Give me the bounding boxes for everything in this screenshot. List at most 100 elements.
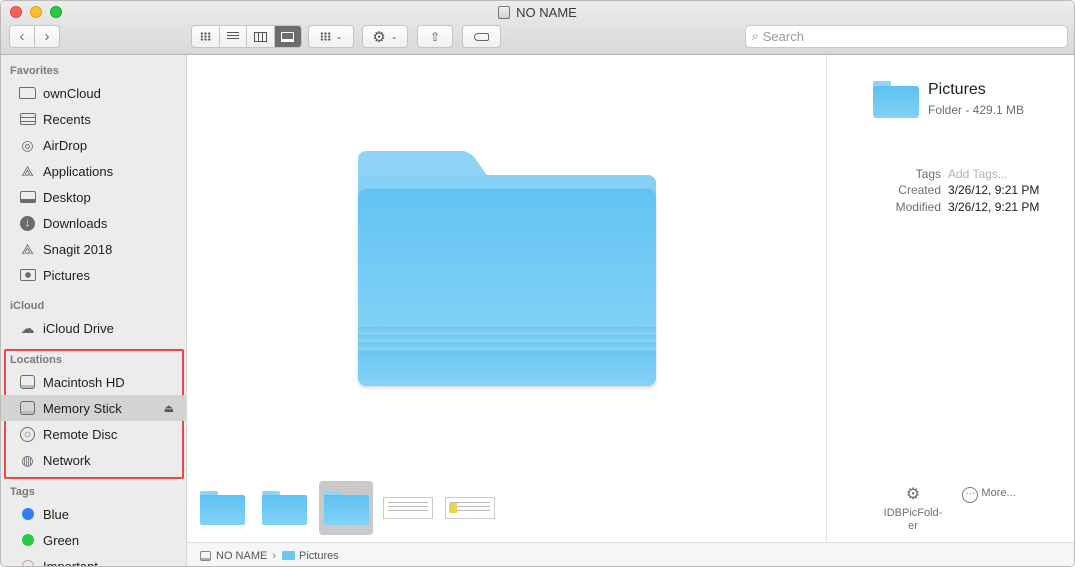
folder-icon — [873, 81, 919, 118]
sidebar-item-label: Network — [43, 452, 91, 468]
tags-header: Tags — [10, 486, 35, 498]
pictures-icon — [18, 267, 37, 283]
snagit-icon: ⟁ — [21, 240, 34, 257]
sidebar: Favorites ownCloud Recents ◎ AirDrop ⟁ A… — [1, 55, 187, 566]
finder-window: NO NAME ‹ › ⌄ ⚙ ⌄ ⇧ ⌕ Search Favorites o… — [0, 0, 1075, 567]
preview-item-kind: Folder - 429.1 MB — [928, 103, 1025, 117]
network-icon: ◍ — [21, 451, 34, 468]
cloud-icon: ☁ — [20, 319, 35, 336]
quick-action-label-line2: er — [908, 520, 918, 532]
gallery-view-button[interactable] — [274, 26, 301, 47]
sidebar-item-label: AirDrop — [43, 137, 88, 153]
list-view-button[interactable] — [220, 26, 247, 47]
folder-icon — [323, 491, 369, 525]
blue-tag-dot-icon — [18, 506, 37, 522]
airdrop-icon: ◎ — [21, 136, 34, 153]
sidebar-item-airdrop[interactable]: ◎ AirDrop — [1, 132, 186, 158]
eject-icon[interactable]: ⏏ — [164, 402, 174, 415]
sidebar-item-label: Pictures — [43, 267, 90, 283]
sidebar-item-label: iCloud Drive — [43, 320, 114, 336]
green-tag-dot-icon — [18, 532, 37, 548]
icloud-header: iCloud — [10, 300, 45, 312]
back-button[interactable]: ‹ — [10, 26, 35, 47]
sidebar-item-network[interactable]: ◍ Network — [1, 447, 186, 473]
search-field[interactable]: ⌕ — [745, 25, 1068, 48]
hard-drive-icon — [18, 374, 37, 390]
more-icon: ··· — [962, 487, 979, 503]
search-icon: ⌕ — [752, 29, 759, 43]
sidebar-item-recents[interactable]: Recents — [1, 106, 186, 132]
icon-grid-icon — [199, 32, 211, 41]
path-item-folder[interactable]: Pictures — [299, 550, 339, 562]
group-by-button[interactable]: ⌄ — [308, 25, 354, 48]
preview-item-name: Pictures — [928, 81, 986, 98]
sidebar-item-label: Snagit 2018 — [43, 241, 113, 257]
sidebar-item-tag-important[interactable]: Important — [1, 553, 186, 566]
document-icon — [383, 497, 433, 519]
path-separator: › — [272, 549, 277, 562]
share-icon: ⇧ — [429, 29, 441, 44]
sidebar-item-downloads[interactable]: ↓ Downloads — [1, 210, 186, 236]
edit-tags-button[interactable] — [462, 25, 501, 48]
thumbnail-folder[interactable] — [257, 481, 311, 535]
search-input[interactable] — [762, 29, 1043, 44]
thumbnail-folder[interactable] — [195, 481, 249, 535]
column-view-button[interactable] — [247, 26, 275, 47]
document-icon — [445, 497, 495, 519]
gallery-thumbnail-strip — [195, 481, 505, 535]
quick-action-label-line1: IDBPicFold- — [883, 507, 943, 519]
recents-icon — [18, 111, 37, 127]
gallery-icon — [281, 31, 295, 42]
folder-icon — [261, 491, 307, 525]
sidebar-item-applications[interactable]: ⟁ Applications — [1, 158, 186, 184]
icon-view-button[interactable] — [192, 26, 220, 47]
quick-action-idbpicfolder-button[interactable]: ⚙ IDBPicFold- er — [878, 487, 948, 533]
thumbnail-document[interactable] — [443, 481, 497, 535]
tags-label: Tags — [915, 167, 941, 181]
sidebar-item-icloud-drive[interactable]: ☁ iCloud Drive — [1, 315, 186, 341]
sidebar-item-label: Desktop — [43, 189, 91, 205]
sidebar-item-owncloud[interactable]: ownCloud — [1, 80, 186, 106]
modified-value: 3/26/12, 9:21 PM — [948, 200, 1040, 214]
chevron-down-icon: ⌄ — [335, 32, 343, 41]
created-value: 3/26/12, 9:21 PM — [948, 183, 1040, 197]
navigation-buttons: ‹ › — [9, 25, 60, 48]
large-folder-preview-icon[interactable] — [358, 151, 656, 386]
thumbnail-document[interactable] — [381, 481, 435, 535]
sidebar-item-desktop[interactable]: Desktop — [1, 184, 186, 210]
preview-pane: Pictures Folder - 429.1 MB Tags Add Tags… — [826, 55, 1074, 542]
columns-icon — [253, 31, 267, 42]
created-label: Created — [898, 183, 941, 197]
action-menu-button[interactable]: ⚙ ⌄ — [362, 25, 408, 48]
gallery-view — [187, 55, 826, 542]
sidebar-item-memory-stick[interactable]: Memory Stick ⏏ — [1, 395, 186, 421]
sidebar-item-snagit[interactable]: ⟁ Snagit 2018 — [1, 236, 186, 262]
disc-icon — [18, 426, 37, 442]
sidebar-item-label: Downloads — [43, 215, 108, 231]
folder-icon — [282, 551, 296, 560]
usb-drive-icon — [18, 400, 37, 416]
sidebar-item-tag-blue[interactable]: Blue — [1, 501, 186, 527]
sidebar-item-tag-green[interactable]: Green — [1, 527, 186, 553]
gear-icon: ⚙ — [372, 28, 386, 46]
path-item-drive[interactable]: NO NAME — [216, 550, 267, 562]
window-title: NO NAME — [1, 5, 1074, 20]
sidebar-item-macintosh-hd[interactable]: Macintosh HD — [1, 369, 186, 395]
path-bar: NO NAME › Pictures — [187, 542, 1074, 566]
sidebar-item-pictures[interactable]: Pictures — [1, 262, 186, 288]
list-icon — [226, 32, 239, 41]
desktop-icon — [18, 189, 37, 205]
forward-button[interactable]: › — [35, 26, 59, 47]
modified-label: Modified — [895, 200, 941, 214]
drive-icon — [200, 550, 211, 561]
share-button[interactable]: ⇧ — [417, 25, 453, 48]
more-label: More... — [981, 487, 1016, 499]
more-actions-button[interactable]: ··· More... — [954, 487, 1024, 507]
drive-icon — [498, 6, 511, 19]
locations-header: Locations — [10, 354, 62, 366]
add-tags-field[interactable]: Add Tags... — [948, 167, 1008, 181]
sidebar-item-label: Blue — [43, 506, 70, 522]
chevron-down-icon: ⌄ — [390, 32, 398, 41]
thumbnail-folder-selected[interactable] — [319, 481, 373, 535]
sidebar-item-remote-disc[interactable]: Remote Disc — [1, 421, 186, 447]
